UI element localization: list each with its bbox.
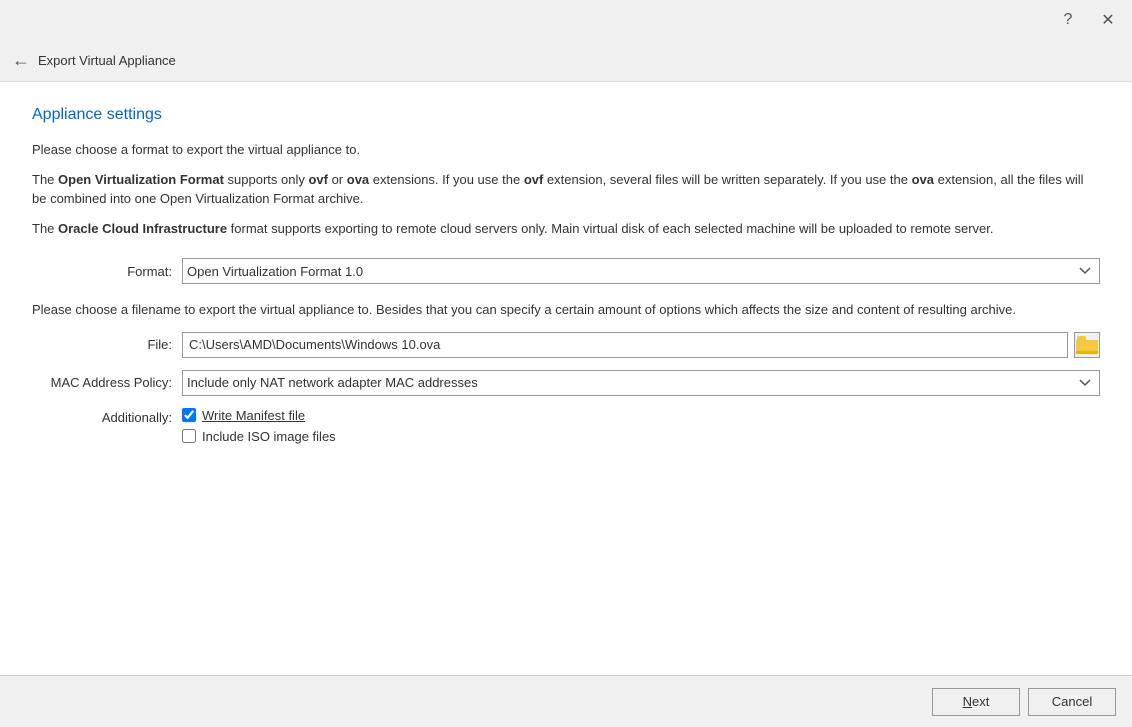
desc2-bold3: ova [347,172,369,187]
file-label: File: [32,337,182,352]
mac-select[interactable]: Include only NAT network adapter MAC add… [182,370,1100,396]
checkbox1-row: Write Manifest file [182,408,336,423]
desc2-bold5: ova [912,172,934,187]
mac-row: MAC Address Policy: Include only NAT net… [32,370,1100,396]
back-button[interactable]: ← [12,50,30,71]
file-input[interactable]: C:\Users\AMD\Documents\Windows 10.ova [182,332,1068,358]
desc2-bold1: Open Virtualization Format [58,172,224,187]
next-underline: Next [963,694,990,709]
include-iso-checkbox[interactable] [182,429,196,443]
title-bar: ? ✕ [0,0,1132,40]
desc2-bold4: ovf [524,172,544,187]
folder-icon [1076,336,1098,354]
desc2-mid4: extension, several files will be written… [543,172,911,187]
file-control: C:\Users\AMD\Documents\Windows 10.ova [182,332,1100,358]
desc3: The Oracle Cloud Infrastructure format s… [32,219,1100,239]
format-section: Format: Open Virtualization Format 1.0 O… [32,258,1100,284]
cancel-button[interactable]: Cancel [1028,688,1116,716]
additionally-row: Additionally: Write Manifest file Includ… [32,408,1100,444]
file-row: File: C:\Users\AMD\Documents\Windows 10.… [32,332,1100,358]
desc2: The Open Virtualization Format supports … [32,170,1100,209]
page-title: Appliance settings [32,106,1100,124]
next-button[interactable]: Next [932,688,1020,716]
desc3-bold: Oracle Cloud Infrastructure [58,221,227,236]
browse-button[interactable] [1074,332,1100,358]
dialog-title: Export Virtual Appliance [38,53,176,68]
main-content: Appliance settings Please choose a forma… [0,82,1132,675]
write-manifest-checkbox[interactable] [182,408,196,422]
desc1: Please choose a format to export the vir… [32,140,1100,160]
desc3-pre: The [32,221,58,236]
format-select[interactable]: Open Virtualization Format 1.0 Open Virt… [182,258,1100,284]
desc2-pre: The [32,172,58,187]
separator-desc: Please choose a filename to export the v… [32,300,1100,320]
desc3-mid: format supports exporting to remote clou… [227,221,993,236]
additionally-label: Additionally: [32,408,182,425]
mac-label: MAC Address Policy: [32,375,182,390]
format-row: Format: Open Virtualization Format 1.0 O… [32,258,1100,284]
format-control: Open Virtualization Format 1.0 Open Virt… [182,258,1100,284]
close-button[interactable]: ✕ [1096,8,1120,32]
mac-control: Include only NAT network adapter MAC add… [182,370,1100,396]
checkbox2-row: Include ISO image files [182,429,336,444]
help-button[interactable]: ? [1056,8,1080,32]
desc2-mid2: or [328,172,347,187]
dialog-header: ← Export Virtual Appliance [0,40,1132,82]
footer: Next Cancel [0,675,1132,727]
format-label: Format: [32,264,182,279]
desc2-mid1: supports only [224,172,309,187]
desc2-mid3: extensions. If you use the [369,172,524,187]
write-manifest-label[interactable]: Write Manifest file [202,408,305,423]
checkboxes-wrapper: Write Manifest file Include ISO image fi… [182,408,336,444]
include-iso-label[interactable]: Include ISO image files [202,429,336,444]
desc2-bold2: ovf [308,172,328,187]
